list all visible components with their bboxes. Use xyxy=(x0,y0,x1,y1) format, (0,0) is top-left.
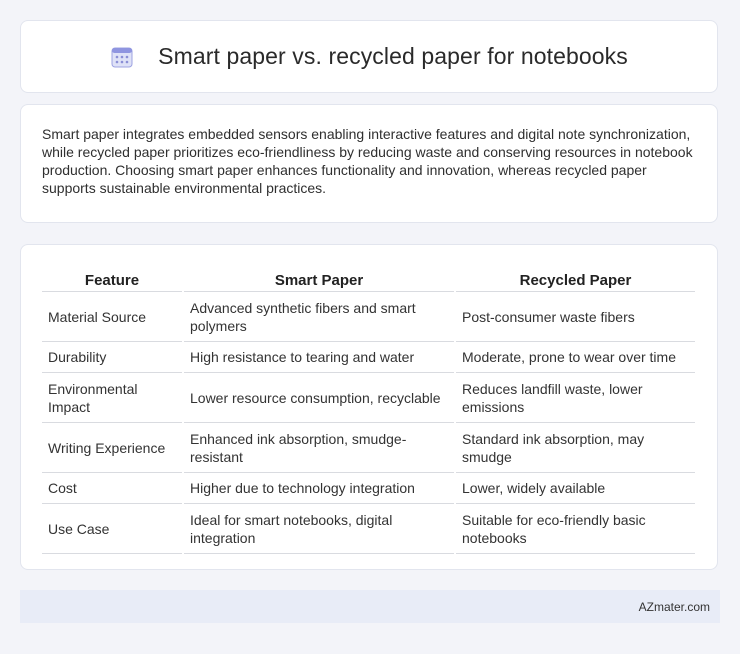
table-row: Material Source Advanced synthetic fiber… xyxy=(42,292,695,342)
recycled-paper-cell: Suitable for eco-friendly basic notebook… xyxy=(456,504,695,554)
smart-paper-cell: Higher due to technology integration xyxy=(184,473,454,504)
smart-paper-cell: Lower resource consumption, recyclable xyxy=(184,373,454,423)
recycled-paper-cell: Lower, widely available xyxy=(456,473,695,504)
footer-bar: AZmater.com xyxy=(20,590,720,623)
feature-cell: Durability xyxy=(42,342,182,373)
recycled-paper-cell: Reduces landfill waste, lower emissions xyxy=(456,373,695,423)
calendar-icon xyxy=(110,45,134,69)
recycled-paper-cell: Standard ink absorption, may smudge xyxy=(456,423,695,473)
comparison-table: Feature Smart Paper Recycled Paper Mater… xyxy=(40,266,697,554)
summary-card: Smart paper integrates embedded sensors … xyxy=(20,104,718,223)
smart-paper-cell: Enhanced ink absorption, smudge-resistan… xyxy=(184,423,454,473)
table-row: Environmental Impact Lower resource cons… xyxy=(42,373,695,423)
comparison-table-card: Feature Smart Paper Recycled Paper Mater… xyxy=(20,244,718,570)
recycled-paper-cell: Moderate, prone to wear over time xyxy=(456,342,695,373)
smart-paper-cell: Ideal for smart notebooks, digital integ… xyxy=(184,504,454,554)
smart-paper-cell: Advanced synthetic fibers and smart poly… xyxy=(184,292,454,342)
column-header-smart-paper: Smart Paper xyxy=(184,266,454,292)
feature-cell: Material Source xyxy=(42,292,182,342)
feature-cell: Environmental Impact xyxy=(42,373,182,423)
table-row: Cost Higher due to technology integratio… xyxy=(42,473,695,504)
table-header-row: Feature Smart Paper Recycled Paper xyxy=(42,266,695,292)
column-header-feature: Feature xyxy=(42,266,182,292)
table-row: Durability High resistance to tearing an… xyxy=(42,342,695,373)
recycled-paper-cell: Post-consumer waste fibers xyxy=(456,292,695,342)
smart-paper-cell: High resistance to tearing and water xyxy=(184,342,454,373)
feature-cell: Cost xyxy=(42,473,182,504)
feature-cell: Use Case xyxy=(42,504,182,554)
footer-brand: AZmater.com xyxy=(638,599,710,614)
table-row: Writing Experience Enhanced ink absorpti… xyxy=(42,423,695,473)
summary-text: Smart paper integrates embedded sensors … xyxy=(42,126,693,196)
page-title: Smart paper vs. recycled paper for noteb… xyxy=(158,43,628,69)
column-header-recycled-paper: Recycled Paper xyxy=(456,266,695,292)
title-card: Smart paper vs. recycled paper for noteb… xyxy=(20,20,718,93)
feature-cell: Writing Experience xyxy=(42,423,182,473)
table-row: Use Case Ideal for smart notebooks, digi… xyxy=(42,504,695,554)
